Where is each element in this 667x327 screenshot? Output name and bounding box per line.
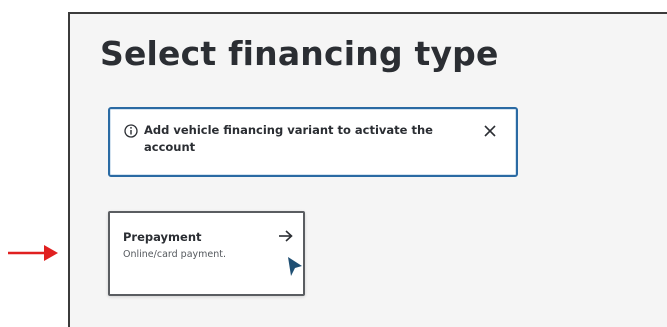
financing-option-label: Prepayment <box>123 230 202 244</box>
info-alert: Add vehicle financing variant to activat… <box>108 107 518 177</box>
mouse-cursor-icon <box>288 257 302 276</box>
financing-option-prepayment[interactable]: Prepayment Online/card payment. <box>108 211 305 296</box>
app-window: Select financing type Add vehicle financ… <box>68 12 667 327</box>
close-icon[interactable] <box>480 121 500 141</box>
arrow-right-icon <box>279 230 293 242</box>
page-title: Select financing type <box>100 34 499 73</box>
screenshot-stage: Select financing type Add vehicle financ… <box>0 0 667 327</box>
red-pointer-arrow-icon <box>8 245 58 261</box>
alert-message: Add vehicle financing variant to activat… <box>144 123 433 154</box>
financing-option-description: Online/card payment. <box>123 249 227 260</box>
info-icon <box>124 124 138 138</box>
